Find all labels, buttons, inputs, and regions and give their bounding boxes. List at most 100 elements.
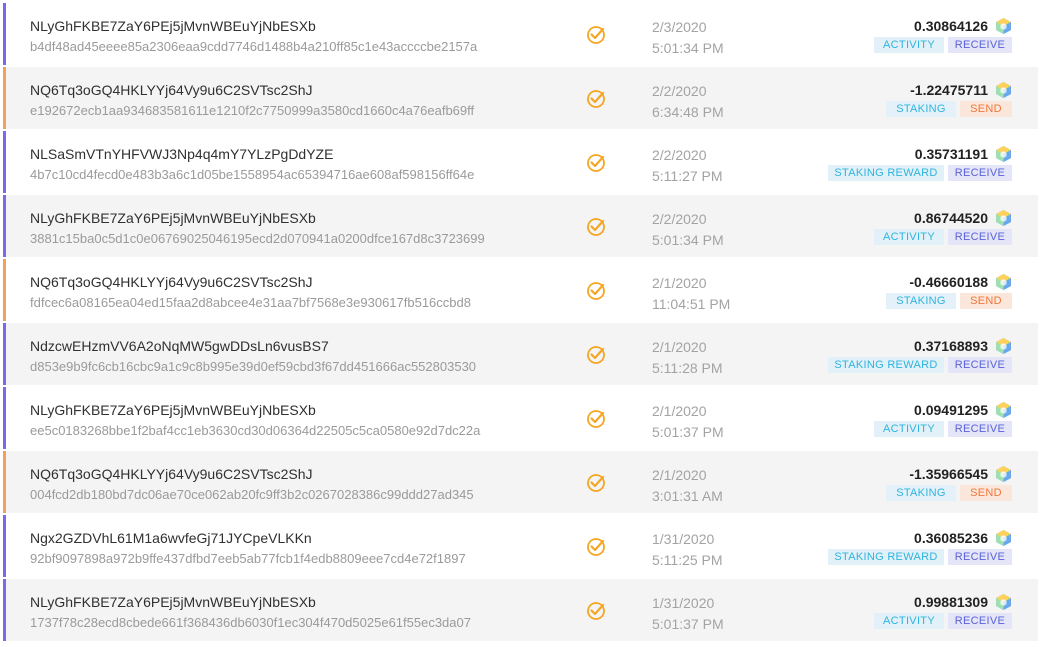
direction-badge: RECEIVE xyxy=(948,357,1012,373)
transaction-time: 5:01:34 PM xyxy=(652,40,724,56)
transaction-date: 2/3/2020 xyxy=(652,19,707,35)
transaction-amount: -1.35966545 xyxy=(909,466,988,482)
transaction-time: 11:04:51 PM xyxy=(652,296,731,312)
transaction-time: 5:11:25 PM xyxy=(652,552,723,568)
transaction-address: NQ6Tq3oGQ4HKLYYj64Vy9u6C2SVTsc2ShJ xyxy=(30,82,313,98)
check-circle-icon xyxy=(586,217,606,237)
transaction-row[interactable]: Ngx2GZDVhL61M1a6wvfeGj71JYCpeVLKKn 92bf90… xyxy=(3,515,1038,577)
transaction-tags: ACTIVITY RECEIVE xyxy=(874,613,1012,629)
coin-icon xyxy=(995,17,1012,35)
direction-badge: SEND xyxy=(960,485,1012,501)
transaction-address: NLyGhFKBE7ZaY6PEj5jMvnWBEuYjNbESXb xyxy=(30,594,316,610)
transaction-amount: 0.86744520 xyxy=(914,210,988,226)
transaction-address: NLSaSmVTnYHFVWJ3Np4q4mY7YLzPgDdYZE xyxy=(30,146,334,162)
category-badge: STAKING xyxy=(886,485,956,501)
transaction-hash: 4b7c10cd4fecd0e483b3a6c1d05be1558954ac65… xyxy=(30,167,475,182)
check-circle-icon xyxy=(586,153,606,173)
check-circle-icon xyxy=(586,409,606,429)
direction-badge: SEND xyxy=(960,293,1012,309)
transaction-tags: STAKING SEND xyxy=(886,101,1012,117)
transaction-row[interactable]: NLyGhFKBE7ZaY6PEj5jMvnWBEuYjNbESXb ee5c01… xyxy=(3,387,1038,449)
transaction-tags: STAKING REWARD RECEIVE xyxy=(828,549,1012,565)
transaction-time: 5:01:34 PM xyxy=(652,232,724,248)
direction-badge: RECEIVE xyxy=(948,421,1012,437)
coin-icon xyxy=(995,209,1012,227)
transaction-amount: 0.09491295 xyxy=(914,402,988,418)
transaction-row[interactable]: NdzcwEHzmVV6A2oNqMW5gwDDsLn6vusBS7 d853e9… xyxy=(3,323,1038,385)
category-badge: STAKING REWARD xyxy=(828,549,944,565)
check-circle-icon xyxy=(586,281,606,301)
transaction-amount: 0.30864126 xyxy=(914,18,988,34)
coin-icon xyxy=(995,273,1012,291)
transaction-date: 2/2/2020 xyxy=(652,147,707,163)
category-badge: STAKING xyxy=(886,293,956,309)
transaction-hash: 004fcd2db180bd7dc06ae70ce062ab20fc9ff3b2… xyxy=(30,487,474,502)
transaction-address: NQ6Tq3oGQ4HKLYYj64Vy9u6C2SVTsc2ShJ xyxy=(30,466,313,482)
check-circle-icon xyxy=(586,537,606,557)
coin-icon xyxy=(995,593,1012,611)
transaction-row[interactable]: NQ6Tq3oGQ4HKLYYj64Vy9u6C2SVTsc2ShJ e19267… xyxy=(3,67,1038,129)
direction-badge: RECEIVE xyxy=(948,165,1012,181)
transaction-hash: e192672ecb1aa934683581611e1210f2c7750999… xyxy=(30,103,475,118)
coin-icon xyxy=(995,401,1012,419)
transaction-list: NLyGhFKBE7ZaY6PEj5jMvnWBEuYjNbESXb b4df48… xyxy=(0,0,1044,647)
transaction-hash: b4df48ad45eeee85a2306eaa9cdd7746d1488b4a… xyxy=(30,39,478,54)
category-badge: ACTIVITY xyxy=(874,229,944,245)
direction-badge: RECEIVE xyxy=(948,37,1012,53)
transaction-date: 2/2/2020 xyxy=(652,211,707,227)
coin-icon xyxy=(995,465,1012,483)
coin-icon xyxy=(995,529,1012,547)
transaction-tags: ACTIVITY RECEIVE xyxy=(874,229,1012,245)
transaction-row[interactable]: NQ6Tq3oGQ4HKLYYj64Vy9u6C2SVTsc2ShJ 004fcd… xyxy=(3,451,1038,513)
transaction-amount: 0.35731191 xyxy=(914,146,988,162)
transaction-time: 5:11:27 PM xyxy=(652,168,723,184)
transaction-time: 3:01:31 AM xyxy=(652,488,723,504)
transaction-hash: fdfcec6a08165ea04ed15faa2d8abcee4e31aa7b… xyxy=(30,295,471,310)
category-badge: STAKING REWARD xyxy=(828,165,944,181)
category-badge: ACTIVITY xyxy=(874,613,944,629)
direction-badge: SEND xyxy=(960,101,1012,117)
coin-icon xyxy=(995,337,1012,355)
transaction-hash: 1737f78c28ecd8cbede661f368436db6030f1ec3… xyxy=(30,615,471,630)
check-circle-icon xyxy=(586,25,606,45)
category-badge: ACTIVITY xyxy=(874,421,944,437)
transaction-amount: 0.37168893 xyxy=(914,338,988,354)
transaction-row[interactable]: NLSaSmVTnYHFVWJ3Np4q4mY7YLzPgDdYZE 4b7c10… xyxy=(3,131,1038,193)
transaction-time: 6:34:48 PM xyxy=(652,104,724,120)
transaction-row[interactable]: NQ6Tq3oGQ4HKLYYj64Vy9u6C2SVTsc2ShJ fdfcec… xyxy=(3,259,1038,321)
transaction-date: 1/31/2020 xyxy=(652,531,715,547)
transaction-amount: -1.22475711 xyxy=(910,82,988,98)
check-circle-icon xyxy=(586,601,606,621)
transaction-address: Ngx2GZDVhL61M1a6wvfeGj71JYCpeVLKKn xyxy=(30,530,312,546)
check-circle-icon xyxy=(586,345,606,365)
direction-badge: RECEIVE xyxy=(948,613,1012,629)
category-badge: STAKING xyxy=(886,101,956,117)
category-badge: STAKING REWARD xyxy=(828,357,944,373)
transaction-time: 5:01:37 PM xyxy=(652,424,724,440)
transaction-address: NQ6Tq3oGQ4HKLYYj64Vy9u6C2SVTsc2ShJ xyxy=(30,274,313,290)
transaction-tags: ACTIVITY RECEIVE xyxy=(874,421,1012,437)
direction-badge: RECEIVE xyxy=(948,549,1012,565)
transaction-date: 2/2/2020 xyxy=(652,83,707,99)
transaction-row[interactable]: NLyGhFKBE7ZaY6PEj5jMvnWBEuYjNbESXb 1737f7… xyxy=(3,579,1038,641)
check-circle-icon xyxy=(586,89,606,109)
transaction-amount: 0.36085236 xyxy=(914,530,988,546)
transaction-tags: STAKING REWARD RECEIVE xyxy=(828,165,1012,181)
coin-icon xyxy=(995,145,1012,163)
transaction-date: 1/31/2020 xyxy=(652,595,715,611)
transaction-time: 5:11:28 PM xyxy=(652,360,723,376)
transaction-hash: d853e9b9fc6cb16cbc9a1c9c8b995e39d0ef59cb… xyxy=(30,359,477,374)
transaction-address: NLyGhFKBE7ZaY6PEj5jMvnWBEuYjNbESXb xyxy=(30,18,316,34)
transaction-amount: 0.99881309 xyxy=(914,594,988,610)
transaction-row[interactable]: NLyGhFKBE7ZaY6PEj5jMvnWBEuYjNbESXb 3881c1… xyxy=(3,195,1038,257)
transaction-hash: ee5c0183268bbe1f2baf4cc1eb3630cd30d06364… xyxy=(30,423,481,438)
transaction-row[interactable]: NLyGhFKBE7ZaY6PEj5jMvnWBEuYjNbESXb b4df48… xyxy=(3,3,1038,65)
transaction-amount: -0.46660188 xyxy=(909,274,988,290)
transaction-date: 2/1/2020 xyxy=(652,275,707,291)
category-badge: ACTIVITY xyxy=(874,37,944,53)
transaction-date: 2/1/2020 xyxy=(652,339,707,355)
transaction-tags: STAKING REWARD RECEIVE xyxy=(828,357,1012,373)
transaction-address: NLyGhFKBE7ZaY6PEj5jMvnWBEuYjNbESXb xyxy=(30,210,316,226)
transaction-date: 2/1/2020 xyxy=(652,403,707,419)
transaction-tags: STAKING SEND xyxy=(886,293,1012,309)
